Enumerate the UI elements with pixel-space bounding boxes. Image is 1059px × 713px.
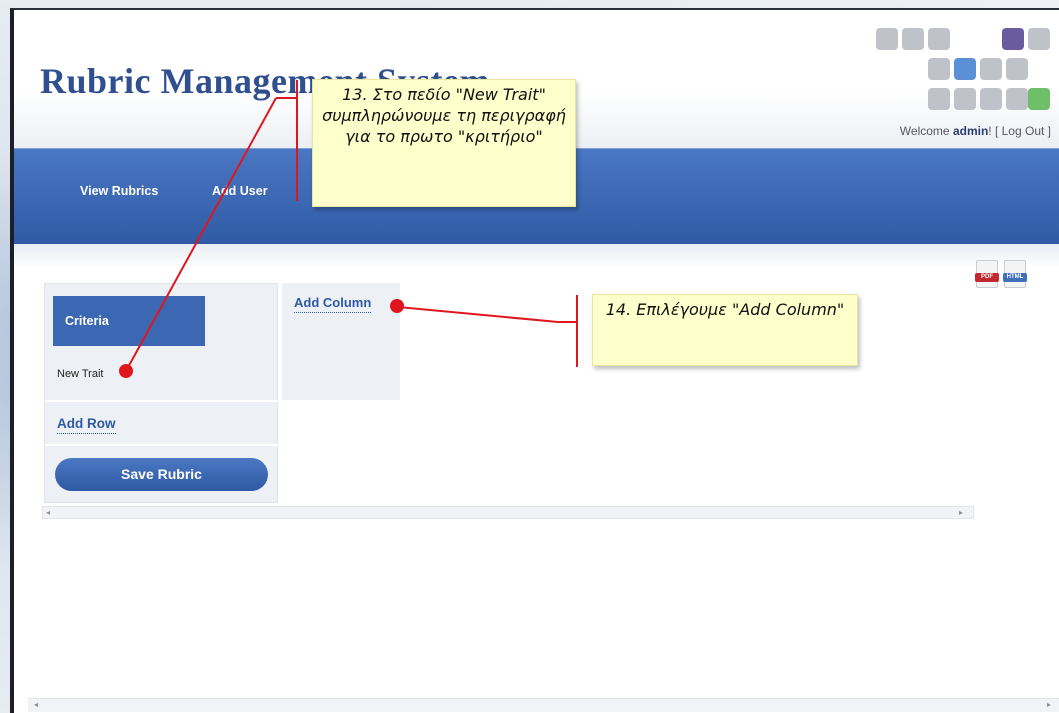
nav-item-view-rubrics[interactable]: View Rubrics [80,184,158,198]
logo-square [876,28,898,50]
logo-square [1028,28,1050,50]
logo-square [928,28,950,50]
logout-link[interactable]: Log Out [1002,124,1045,138]
pdf-tag: PDF [975,273,999,282]
page-horizontal-scrollbar[interactable]: ◂ ▸ [28,698,1059,712]
username: admin [952,124,989,138]
logo-square [928,58,950,80]
annotation-callout-step14: 14. Επιλέγουμε "Add Column" [592,294,858,366]
row-divider [45,444,279,446]
logo-square [1002,28,1024,50]
logo-square [954,58,976,80]
pdf-export-icon[interactable]: PDF [975,260,999,288]
rubric-horizontal-scrollbar[interactable]: ◂ ▸ [42,506,974,519]
rubric-criteria-panel: Criteria New Trait Add Row Save Rubric [44,283,279,503]
scroll-left-icon[interactable]: ◂ [34,700,38,709]
welcome-text: Welcome admin! [ Log Out ] [900,124,1051,138]
rubric-column-panel: Add Column [282,283,400,400]
logo-square [1006,58,1028,80]
sub-header-band [14,244,1059,268]
logo-square [902,28,924,50]
save-rubric-button[interactable]: Save Rubric [55,458,268,491]
logo-square [1028,88,1050,110]
logo-grid [876,28,1056,116]
html-export-icon[interactable]: HTML [1003,260,1027,288]
scroll-left-icon[interactable]: ◂ [46,508,50,517]
scroll-right-icon[interactable]: ▸ [959,508,963,517]
logo-square [980,88,1002,110]
scroll-right-icon[interactable]: ▸ [1047,700,1051,709]
add-column-link[interactable]: Add Column [294,295,372,313]
logo-square [928,88,950,110]
welcome-close: ] [1044,124,1051,138]
annotation-callout-step13: 13. Στο πεδίο "New Trait" συμπληρώνουμε … [312,79,576,207]
nav-item-add-user[interactable]: Add User [212,184,268,198]
welcome-prefix: Welcome [899,124,953,138]
trait-field[interactable]: New Trait [45,350,279,402]
logo-square [954,88,976,110]
logo-square [980,58,1002,80]
logo-square [1006,88,1028,110]
welcome-suffix: ! [ [988,124,1002,138]
criteria-header: Criteria [53,296,205,346]
add-row-link[interactable]: Add Row [57,416,116,434]
html-tag: HTML [1003,273,1027,282]
